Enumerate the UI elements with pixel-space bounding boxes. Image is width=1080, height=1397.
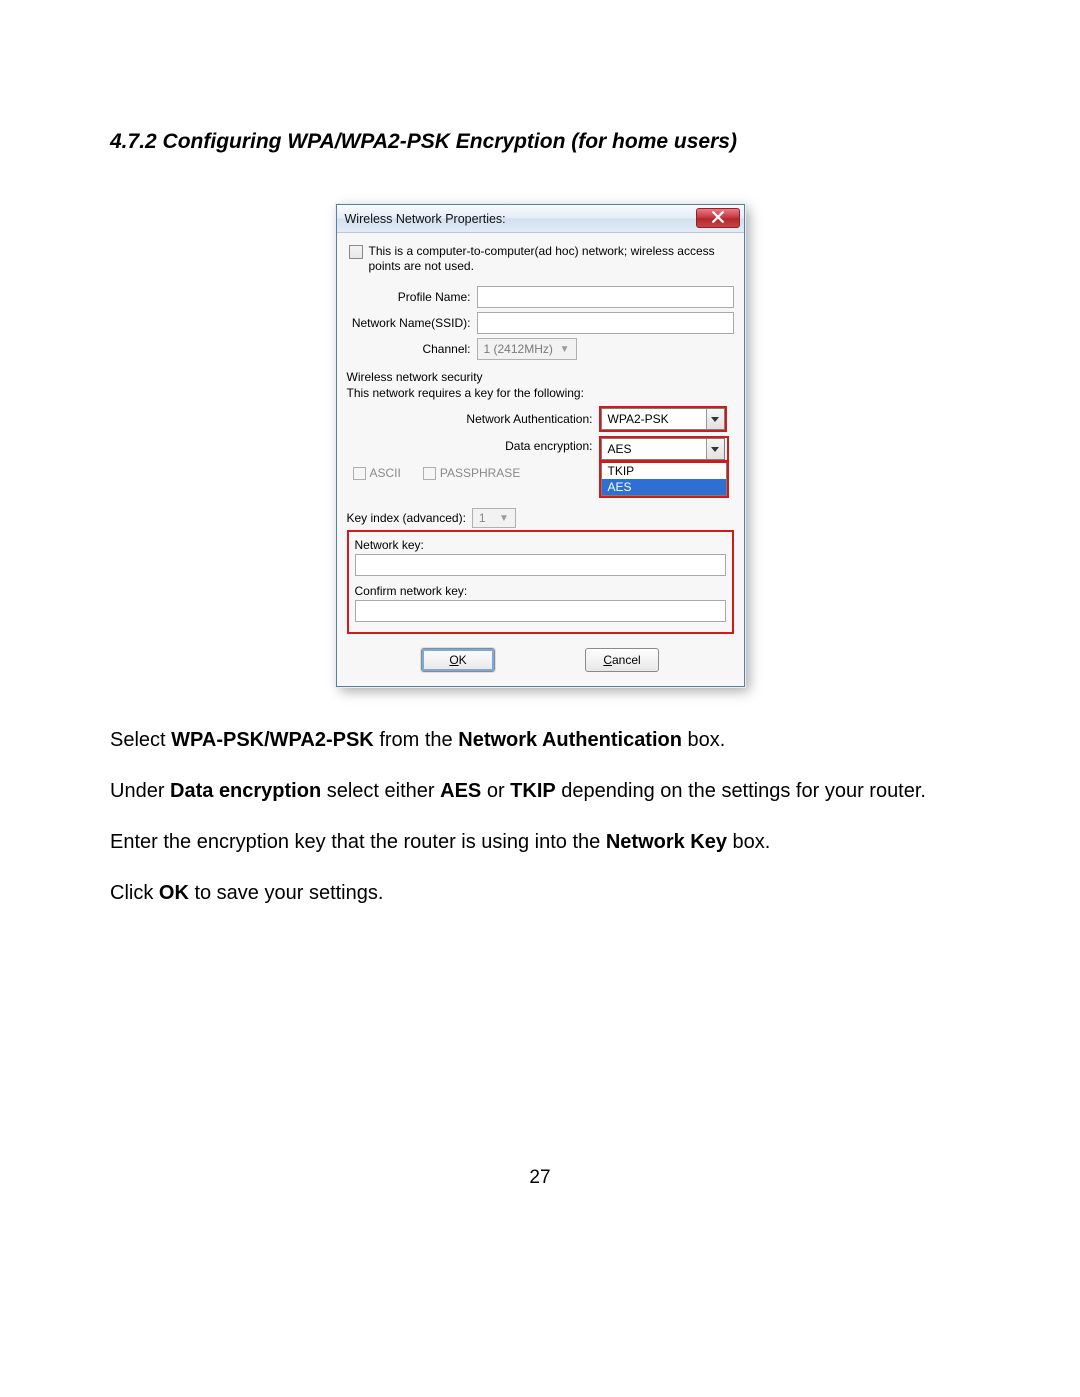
ssid-input[interactable]: [477, 312, 734, 334]
instruction-4: Click OK to save your settings.: [110, 880, 970, 907]
close-icon: [712, 211, 724, 226]
data-encryption-highlight: AES: [599, 436, 729, 462]
key-index-select: 1 ▼: [472, 508, 516, 528]
confirm-key-label: Confirm network key:: [355, 584, 726, 598]
network-key-highlight: Network key: Confirm network key:: [347, 530, 734, 634]
channel-select: 1 (2412MHz) ▼: [477, 338, 577, 360]
key-index-label: Key index (advanced):: [347, 511, 472, 525]
network-key-input[interactable]: [355, 554, 726, 576]
section-heading: 4.7.2 Configuring WPA/WPA2-PSK Encryptio…: [110, 130, 970, 154]
instruction-2: Under Data encryption select either AES …: [110, 778, 970, 805]
channel-value: 1 (2412MHz): [484, 342, 553, 356]
data-encryption-select[interactable]: AES: [601, 438, 725, 460]
data-encryption-options[interactable]: TKIP AES: [601, 463, 727, 496]
encryption-option-tkip[interactable]: TKIP: [602, 463, 726, 479]
confirm-key-input[interactable]: [355, 600, 726, 622]
wireless-properties-dialog: Wireless Network Properties: This is a c…: [336, 204, 745, 687]
chevron-down-icon: ▼: [560, 344, 570, 355]
passphrase-checkbox: PASSPHRASE: [423, 466, 520, 480]
network-auth-select[interactable]: WPA2-PSK: [601, 408, 725, 430]
ok-button[interactable]: OK: [421, 648, 495, 672]
close-button[interactable]: [696, 208, 740, 228]
instruction-1: Select WPA-PSK/WPA2-PSK from the Network…: [110, 727, 970, 754]
adhoc-checkbox[interactable]: [349, 245, 363, 259]
encryption-option-aes[interactable]: AES: [602, 479, 726, 495]
key-index-value: 1: [479, 511, 486, 525]
data-encryption-value: AES: [602, 442, 706, 456]
security-section-title: Wireless network security: [347, 370, 734, 384]
dialog-titlebar: Wireless Network Properties:: [337, 205, 744, 233]
network-auth-label: Network Authentication:: [347, 412, 599, 426]
network-auth-highlight: WPA2-PSK: [599, 406, 727, 432]
profile-name-label: Profile Name:: [347, 290, 477, 304]
data-encryption-options-highlight: TKIP AES: [599, 461, 729, 498]
chevron-down-icon: [706, 409, 724, 429]
cancel-button[interactable]: Cancel: [585, 648, 659, 672]
profile-name-input[interactable]: [477, 286, 734, 308]
network-key-label: Network key:: [355, 538, 726, 552]
adhoc-label: This is a computer-to-computer(ad hoc) n…: [369, 244, 732, 274]
channel-label: Channel:: [347, 342, 477, 356]
security-section-desc: This network requires a key for the foll…: [347, 386, 734, 400]
instruction-3: Enter the encryption key that the router…: [110, 829, 970, 856]
page-number: 27: [110, 1167, 970, 1189]
network-auth-value: WPA2-PSK: [602, 412, 706, 426]
data-encryption-label: Data encryption:: [347, 436, 599, 453]
chevron-down-icon: [706, 439, 724, 459]
ssid-label: Network Name(SSID):: [347, 316, 477, 330]
dialog-title: Wireless Network Properties:: [345, 212, 506, 226]
chevron-down-icon: ▼: [499, 513, 509, 524]
ascii-checkbox: ASCII: [353, 466, 401, 480]
